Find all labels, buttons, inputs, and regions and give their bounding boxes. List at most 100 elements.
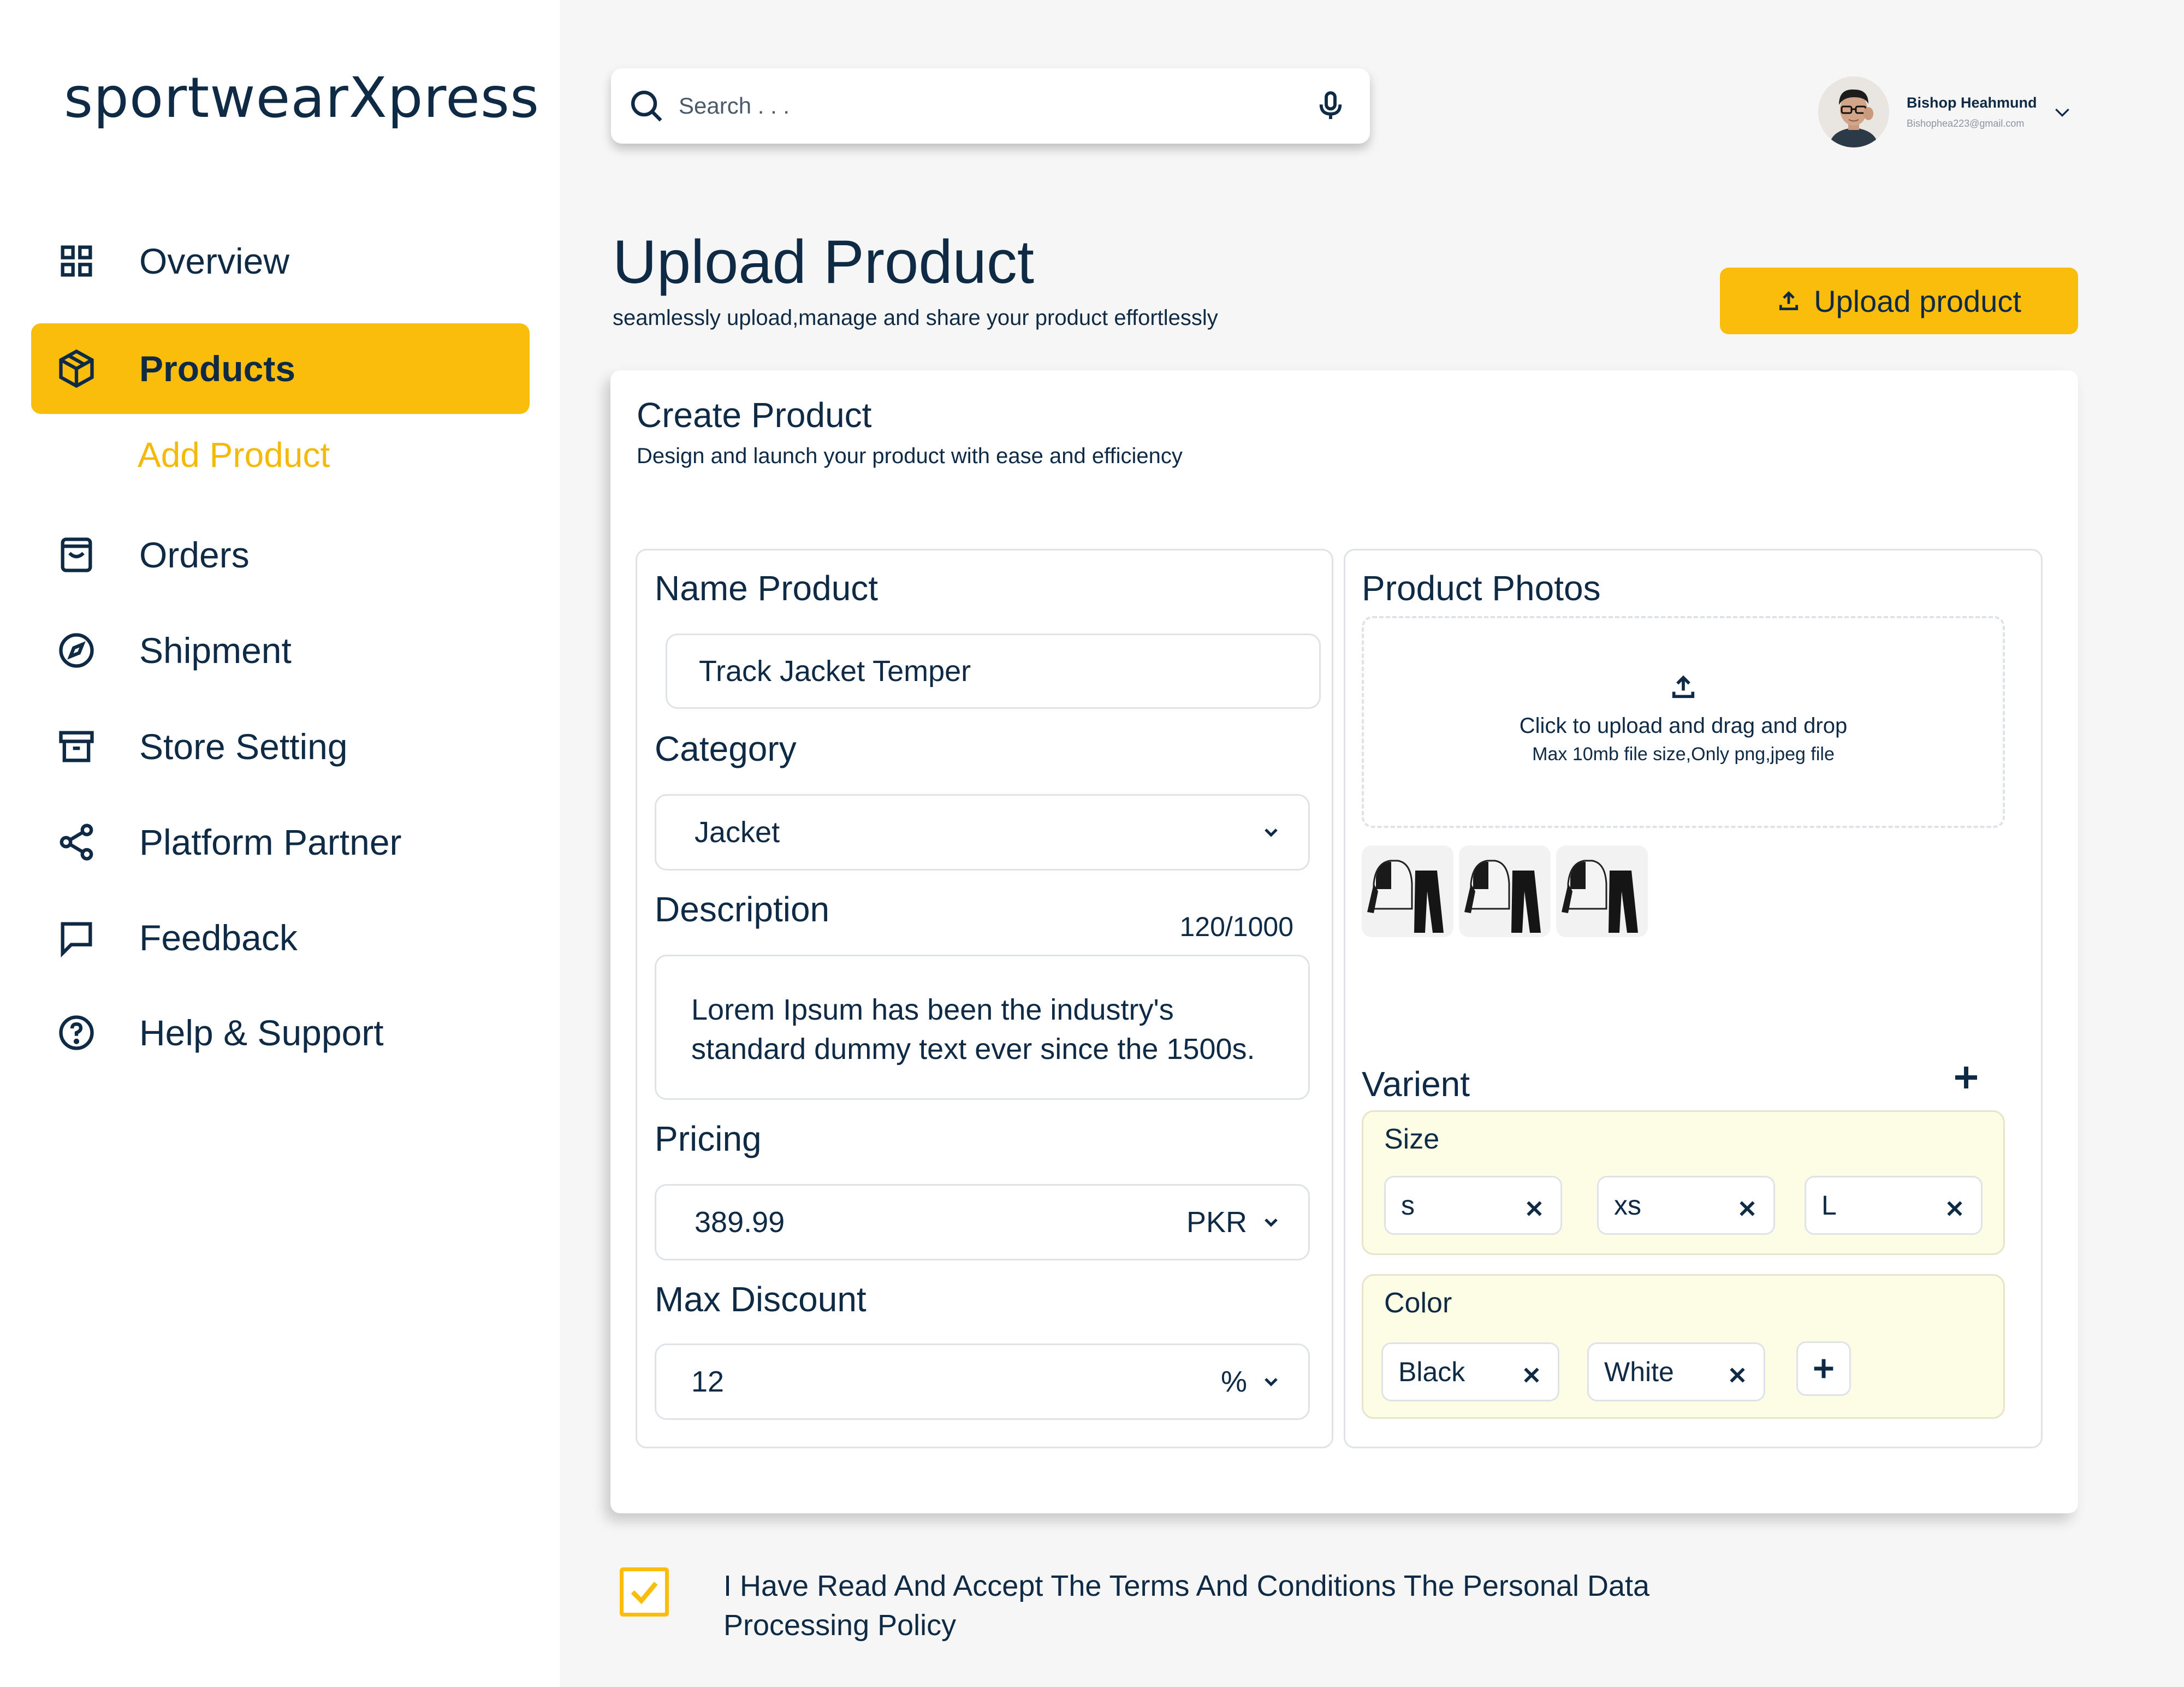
size-chip-label: xs: [1614, 1190, 1641, 1221]
color-chip-label: White: [1604, 1357, 1674, 1387]
check-icon: [631, 1582, 658, 1605]
archive-icon: [52, 722, 101, 771]
upload-product-label: Upload product: [1814, 283, 2021, 318]
category-label: Category: [655, 729, 797, 768]
page-title: Upload Product: [613, 228, 1035, 296]
size-chip: xs: [1597, 1176, 1775, 1235]
description-field-box: Lorem Ipsum has been the industry's stan…: [655, 955, 1310, 1100]
name-product-field-box: [666, 634, 1321, 709]
close-icon[interactable]: [1521, 1361, 1542, 1383]
upload-product-button[interactable]: Upload product: [1720, 268, 2078, 334]
size-variant-box: Size s xs L: [1362, 1110, 2005, 1255]
currency-select[interactable]: PKR: [1186, 1205, 1247, 1239]
color-variant-box: Color Black White: [1362, 1274, 2005, 1419]
search-icon: [627, 87, 666, 125]
add-color-button[interactable]: [1796, 1341, 1851, 1396]
box-icon: [52, 344, 101, 393]
user-name: Bishop Heahmund: [1907, 94, 2037, 111]
sidebar-item-label: Overview: [139, 241, 290, 281]
upload-instructions: Click to upload and drag and drop: [1519, 714, 1848, 738]
size-chip-label: s: [1401, 1190, 1415, 1221]
close-icon[interactable]: [1523, 1194, 1545, 1216]
message-icon: [52, 913, 101, 962]
sidebar-item-overview[interactable]: Overview: [31, 216, 530, 306]
size-chip: s: [1384, 1176, 1562, 1235]
product-media-panel: Product Photos Click to upload and drag …: [1344, 549, 2043, 1448]
upload-icon: [1779, 291, 1799, 311]
sidebar-item-label: Products: [139, 348, 296, 389]
create-product-card: Create Product Design and launch your pr…: [610, 370, 2078, 1513]
sidebar-item-shipment[interactable]: Shipment: [31, 605, 530, 696]
sidebar-item-orders[interactable]: Orders: [31, 510, 530, 600]
close-icon[interactable]: [1736, 1194, 1758, 1216]
card-title: Create Product: [637, 395, 872, 435]
sidebar-item-platform-partner[interactable]: Platform Partner: [31, 797, 530, 887]
main-content: Bishop Heahmund Bishophea223@gmail.com U…: [560, 0, 2184, 1687]
category-select[interactable]: Jacket: [655, 794, 1310, 871]
sidebar-item-help-support[interactable]: Help & Support: [31, 987, 530, 1078]
size-label: Size: [1384, 1123, 1440, 1155]
pricing-field-box: PKR: [655, 1184, 1310, 1260]
share-icon: [52, 818, 101, 867]
upload-icon: [1672, 675, 1695, 699]
product-details-panel: Name Product Category Jacket Description…: [636, 549, 1333, 1448]
size-chip: L: [1805, 1176, 1983, 1235]
plus-icon: [1814, 1359, 1833, 1378]
product-photos-label: Product Photos: [1362, 569, 1601, 608]
terms-acceptance: I Have Read And Accept The Terms And Con…: [620, 1567, 1783, 1645]
card-subtitle: Design and launch your product with ease…: [637, 444, 1183, 468]
product-photo-thumbnail[interactable]: [1362, 845, 1453, 937]
name-product-label: Name Product: [655, 569, 879, 608]
discount-unit-select[interactable]: %: [1221, 1365, 1247, 1399]
max-discount-label: Max Discount: [655, 1280, 867, 1319]
user-email: Bishophea223@gmail.com: [1907, 118, 2025, 129]
description-label: Description: [655, 890, 830, 929]
search-bar: [611, 68, 1370, 144]
close-icon[interactable]: [1726, 1361, 1748, 1383]
pricing-label: Pricing: [655, 1119, 762, 1158]
discount-field-box: %: [655, 1343, 1310, 1420]
compass-icon: [52, 626, 101, 675]
add-variant-plus-icon[interactable]: [1950, 1061, 1983, 1094]
size-chip-label: L: [1821, 1190, 1837, 1221]
search-input[interactable]: [679, 68, 1313, 144]
color-label: Color: [1384, 1287, 1452, 1319]
product-photo-thumbnail[interactable]: [1459, 845, 1551, 937]
chevron-down-icon[interactable]: [1260, 1211, 1282, 1233]
description-textarea[interactable]: Lorem Ipsum has been the industry's stan…: [691, 990, 1286, 1083]
sidebar-item-label: Shipment: [139, 630, 292, 671]
sidebar-item-products[interactable]: Products: [31, 323, 530, 414]
grid-icon: [52, 236, 101, 286]
color-chip: Black: [1381, 1342, 1559, 1401]
sidebar-item-label: Store Setting: [139, 726, 348, 767]
sidebar-item-label: Help & Support: [139, 1013, 384, 1053]
chevron-down-icon[interactable]: [2051, 101, 2073, 123]
chevron-down-icon[interactable]: [1260, 1371, 1282, 1393]
sidebar: sportwearXpress Overview Products Add Pr…: [0, 0, 560, 1687]
sidebar-item-store-setting[interactable]: Store Setting: [31, 701, 530, 792]
user-profile-menu[interactable]: Bishop Heahmund Bishophea223@gmail.com: [1818, 76, 2073, 147]
microphone-icon[interactable]: [1313, 88, 1348, 123]
price-input[interactable]: [695, 1205, 1186, 1239]
category-value: Jacket: [695, 816, 780, 849]
name-product-input[interactable]: [699, 654, 1289, 688]
sidebar-item-feedback[interactable]: Feedback: [31, 892, 530, 983]
close-icon[interactable]: [1944, 1194, 1966, 1216]
product-photo-thumbnail[interactable]: [1556, 845, 1648, 937]
brand-logo: sportwearXpress: [64, 66, 540, 131]
sidebar-item-label: Feedback: [139, 918, 298, 958]
variant-label: Varient: [1362, 1064, 1470, 1104]
shopping-bag-icon: [52, 530, 101, 579]
terms-text: I Have Read And Accept The Terms And Con…: [723, 1570, 1650, 1642]
sidebar-item-label: Platform Partner: [139, 822, 402, 862]
upload-hint: Max 10mb file size,Only png,jpeg file: [1532, 744, 1835, 765]
page-subtitle: seamlessly upload,manage and share your …: [613, 306, 1218, 330]
help-circle-icon: [52, 1008, 101, 1057]
chevron-down-icon: [1260, 821, 1282, 843]
terms-checkbox[interactable]: [620, 1567, 669, 1617]
photo-upload-dropzone[interactable]: Click to upload and drag and drop Max 10…: [1362, 616, 2005, 828]
color-chip-label: Black: [1398, 1357, 1465, 1387]
sidebar-subitem-add-product[interactable]: Add Product: [138, 435, 330, 475]
color-chip: White: [1587, 1342, 1765, 1401]
discount-input[interactable]: [691, 1365, 1221, 1399]
